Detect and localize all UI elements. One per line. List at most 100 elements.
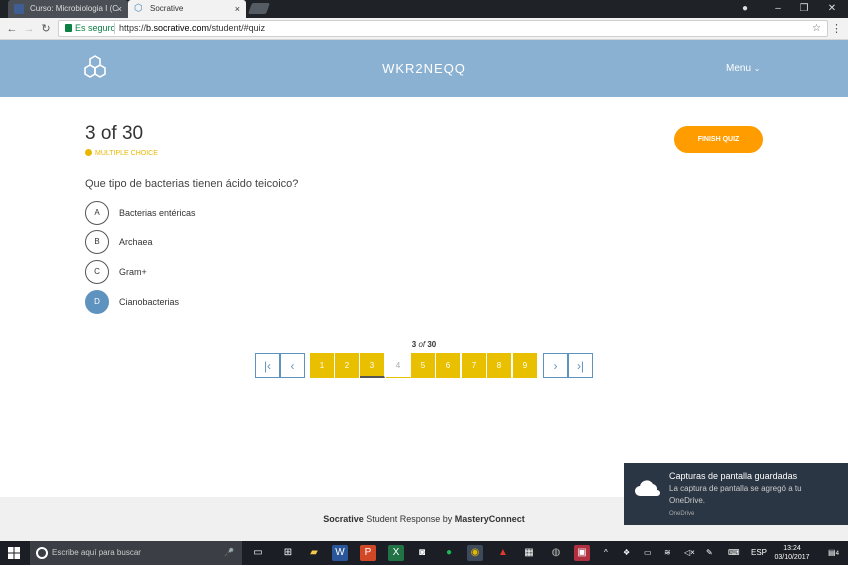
page-button-7[interactable]: 7	[462, 353, 487, 378]
secure-label: Es seguro	[75, 23, 116, 33]
reload-icon[interactable]: ↻	[38, 21, 54, 37]
moodle-favicon-icon	[14, 4, 24, 14]
page-button-6[interactable]: 6	[436, 353, 461, 378]
system-clock[interactable]: 13:24 03/10/2017	[772, 544, 812, 562]
option-letter[interactable]: C	[85, 260, 109, 284]
url-path: /student/#quiz	[209, 23, 266, 33]
onedrive-notification[interactable]: Capturas de pantalla guardadas La captur…	[624, 463, 848, 525]
page-button-1[interactable]: 1	[310, 353, 335, 378]
profile-icon[interactable]: ●	[733, 0, 757, 18]
option-text[interactable]: Cianobacterias	[119, 290, 179, 314]
option-letter[interactable]: B	[85, 230, 109, 254]
new-tab-button[interactable]	[247, 3, 271, 14]
last-page-icon[interactable]: ›|	[568, 353, 593, 378]
question-text: Que tipo de bacterias tienen ácido teico…	[85, 178, 299, 190]
store-icon[interactable]: ⊞	[280, 545, 296, 561]
page-button-9[interactable]: 9	[513, 353, 538, 378]
acrobat-icon[interactable]: ▲	[495, 545, 511, 561]
url-scheme: https://	[119, 23, 147, 33]
windows-start-icon[interactable]	[8, 547, 20, 559]
socrative-favicon-icon: ⬡	[134, 3, 143, 14]
option-letter[interactable]: D	[85, 290, 109, 314]
clock-time: 13:24	[783, 545, 801, 552]
cortana-icon	[36, 547, 48, 559]
minimize-button[interactable]: –	[766, 0, 790, 18]
language-indicator[interactable]: ESP	[751, 541, 767, 565]
dropbox-icon[interactable]: ❖	[623, 541, 630, 565]
task-view-icon[interactable]: ▭	[250, 545, 266, 561]
question-progress: 3 of 30	[85, 123, 144, 144]
browser-tab-bar: Curso: Microbiologia I (C × ⬡ Socrative …	[0, 0, 848, 18]
omnibox[interactable]: Es seguro https://b.socrative.com/studen…	[58, 20, 828, 37]
pagination-count: 3 of 30	[0, 340, 848, 349]
question-type-label: MULTIPLE CHOICE	[95, 150, 158, 157]
app-icon[interactable]: ▣	[574, 545, 590, 561]
page-button-2[interactable]: 2	[335, 353, 360, 378]
url-text[interactable]: https://b.socrative.com/student/#quiz	[119, 21, 265, 36]
option-text[interactable]: Gram+	[119, 260, 147, 284]
finish-quiz-button[interactable]: FINISH QUIZ	[674, 126, 763, 153]
option-text[interactable]: Archaea	[119, 230, 153, 254]
microphone-icon[interactable]: 🎤	[224, 541, 234, 565]
wifi-icon[interactable]: ≋	[664, 541, 671, 565]
notification-body: La captura de pantalla se agregó a tu On…	[669, 484, 802, 505]
cloud-icon	[635, 480, 660, 496]
tab-title: Curso: Microbiologia I (C	[30, 4, 119, 13]
header-menu-button[interactable]: Menu ⌄	[726, 40, 761, 97]
clock-date: 03/10/2017	[774, 554, 810, 561]
chrome-icon[interactable]: ◉	[467, 545, 483, 561]
chevron-down-icon: ⌄	[753, 64, 761, 73]
bookmark-star-icon[interactable]: ☆	[812, 21, 821, 36]
footer-brand: Socrative	[323, 514, 364, 524]
notification-source: OneDrive	[669, 511, 695, 517]
page-button-3[interactable]: 3	[360, 353, 385, 378]
footer-text: Student Response by	[363, 514, 455, 524]
tab-microbiologia[interactable]: Curso: Microbiologia I (C ×	[8, 0, 128, 18]
close-window-button[interactable]: ✕	[820, 0, 844, 18]
question-type-dot-icon	[85, 149, 92, 156]
page-button-5[interactable]: 5	[411, 353, 436, 378]
battery-icon[interactable]: ▭	[644, 541, 652, 565]
back-arrow-icon[interactable]: ←	[4, 21, 20, 37]
tab-close-icon[interactable]: ×	[117, 0, 122, 18]
forward-arrow-icon[interactable]: →	[21, 21, 37, 37]
next-page-icon[interactable]: ›	[543, 353, 568, 378]
powerpoint-icon[interactable]: P	[360, 545, 376, 561]
windows-taskbar: Escribe aquí para buscar 🎤 ▭ ⊞ ▰ W P X ◙…	[0, 541, 848, 565]
keyboard-icon[interactable]: ⌨	[728, 541, 740, 565]
menu-label: Menu	[726, 63, 752, 74]
pagination-of: of	[418, 340, 426, 349]
tray-chevron-up-icon[interactable]: ^	[604, 541, 608, 565]
search-placeholder: Escribe aquí para buscar	[52, 548, 141, 557]
word-icon[interactable]: W	[332, 545, 348, 561]
app-icon[interactable]: ◍	[548, 545, 564, 561]
file-explorer-icon[interactable]: ▰	[306, 545, 322, 561]
option-letter[interactable]: A	[85, 201, 109, 225]
taskbar-search-box[interactable]: Escribe aquí para buscar 🎤	[30, 541, 242, 565]
pagination-current: 3	[411, 340, 417, 349]
notification-title: Capturas de pantalla guardadas	[669, 471, 798, 481]
volume-icon[interactable]: ◁×	[684, 541, 695, 565]
chrome-menu-icon[interactable]: ⋮	[831, 21, 842, 37]
pen-icon[interactable]: ✎	[706, 541, 713, 565]
page-button-8[interactable]: 8	[487, 353, 512, 378]
excel-icon[interactable]: X	[388, 545, 404, 561]
option-text[interactable]: Bacterias entéricas	[119, 201, 196, 225]
calendar-icon[interactable]: ▦	[521, 545, 537, 561]
lock-icon	[65, 24, 72, 32]
action-center-icon[interactable]: ▤4	[828, 541, 839, 566]
app-header: WKR2NEQQ Menu ⌄	[0, 40, 848, 97]
prev-page-icon[interactable]: ‹	[280, 353, 305, 378]
page-button-4[interactable]: 4	[386, 353, 411, 378]
tab-close-icon[interactable]: ×	[235, 0, 240, 18]
room-name: WKR2NEQQ	[382, 61, 466, 76]
omnibox-divider	[114, 23, 115, 34]
camera-icon[interactable]: ◙	[414, 545, 430, 561]
url-host: b.socrative.com	[146, 23, 210, 33]
tab-socrative[interactable]: ⬡ Socrative ×	[128, 0, 246, 18]
spotify-icon[interactable]: ●	[441, 545, 457, 561]
restore-button[interactable]: ❐	[792, 0, 816, 18]
question-type-badge: MULTIPLE CHOICE	[85, 149, 158, 158]
address-toolbar: ← → ↻ Es seguro https://b.socrative.com/…	[0, 18, 848, 40]
first-page-icon[interactable]: |‹	[255, 353, 280, 378]
